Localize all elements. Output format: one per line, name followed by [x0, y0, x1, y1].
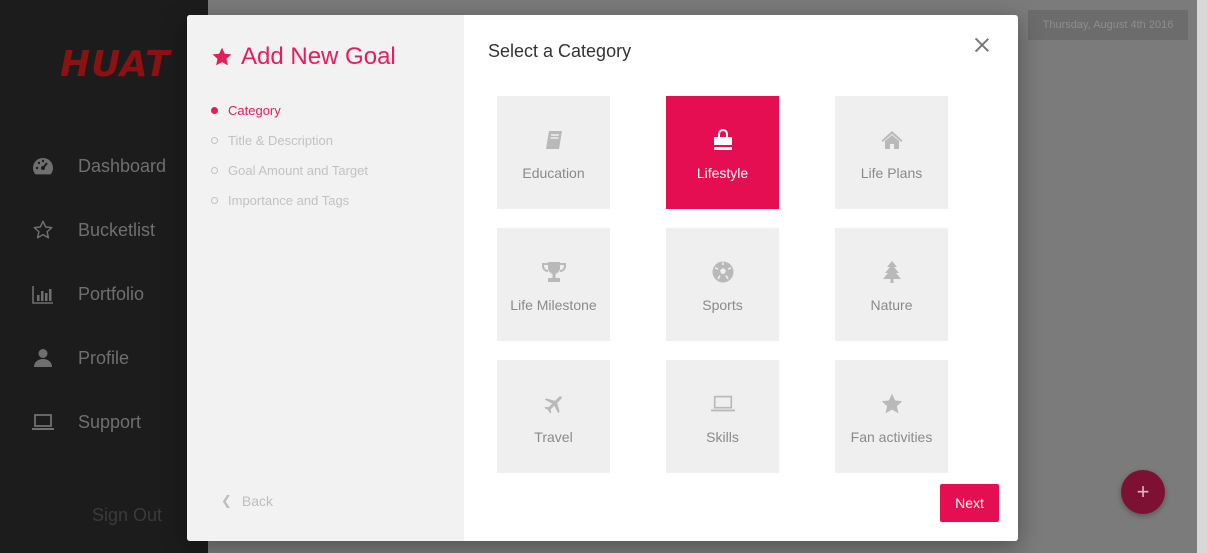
nav-item-portfolio[interactable]: Portfolio [0, 275, 208, 315]
modal-title: Add New Goal [211, 43, 396, 71]
close-icon[interactable] [974, 37, 990, 53]
user-icon [30, 345, 56, 371]
page-scroll-edge [1197, 0, 1207, 553]
bar-chart-icon [30, 281, 56, 307]
step-label: Category [228, 102, 281, 118]
step-goal-amount[interactable]: Goal Amount and Target [211, 155, 368, 185]
tree-icon [880, 260, 904, 284]
nav-label: Bucketlist [78, 220, 156, 240]
add-goal-modal: Add New Goal Category Title & Descriptio… [187, 15, 1018, 541]
back-button[interactable]: ❮ Back [221, 493, 273, 509]
category-tile-lifestyle[interactable]: Lifestyle [666, 96, 779, 209]
tile-label: Life Plans [860, 165, 923, 181]
step-dot [211, 106, 218, 114]
category-heading: Select a Category [488, 41, 632, 61]
step-label: Goal Amount and Target [228, 162, 368, 178]
nav-item-dashboard[interactable]: Dashboard [0, 147, 208, 187]
category-tile-life-milestone[interactable]: Life Milestone [497, 228, 610, 341]
app-sidebar: HUAT Dashboard Bucketlist Portfolio Prof… [0, 0, 208, 553]
modal-title-text: Add New Goal [241, 43, 396, 70]
soccer-ball-icon [711, 260, 735, 284]
app-logo: HUAT [60, 44, 171, 85]
date-display: Thursday, August 4th 2016 [1028, 10, 1188, 40]
step-category[interactable]: Category [211, 95, 368, 125]
step-importance-tags[interactable]: Importance and Tags [211, 185, 368, 215]
tile-label: Fan activities [850, 429, 933, 445]
star-icon [212, 47, 232, 66]
step-dot [211, 166, 218, 174]
category-tile-nature[interactable]: Nature [835, 228, 948, 341]
nav-label: Dashboard [78, 156, 167, 176]
next-button[interactable]: Next [940, 484, 999, 522]
trophy-icon [541, 260, 566, 284]
step-dot [211, 196, 218, 204]
nav-item-bucketlist[interactable]: Bucketlist [0, 211, 208, 251]
category-tile-sports[interactable]: Sports [666, 228, 779, 341]
laptop-icon [30, 409, 56, 435]
book-icon [542, 128, 566, 152]
nav-label: Portfolio [78, 284, 145, 304]
sign-out-link[interactable]: Sign Out [92, 505, 162, 526]
category-tile-education[interactable]: Education [497, 96, 610, 209]
nav-label: Support [78, 412, 142, 432]
chevron-left-icon: ❮ [221, 493, 232, 508]
step-label: Title & Description [228, 132, 333, 148]
home-icon [880, 128, 904, 152]
nav-item-support[interactable]: Support [0, 403, 208, 443]
wizard-steps-panel: Add New Goal Category Title & Descriptio… [187, 15, 464, 541]
tile-label: Education [522, 165, 585, 181]
step-title-description[interactable]: Title & Description [211, 125, 368, 155]
category-panel: Select a Category Education Lifestyle Li… [464, 15, 1018, 541]
tile-label: Lifestyle [696, 165, 749, 181]
wizard-steps: Category Title & Description Goal Amount… [211, 95, 368, 215]
tile-label: Skills [706, 429, 739, 445]
category-tile-travel[interactable]: Travel [497, 360, 610, 473]
category-grid: Education Lifestyle Life Plans Life Mile… [497, 96, 948, 473]
shopping-bag-icon [711, 128, 735, 152]
tile-label: Travel [534, 429, 573, 445]
star-outline-icon [30, 217, 56, 243]
tile-label: Sports [702, 297, 743, 313]
step-dot [211, 136, 218, 144]
star-icon [880, 392, 904, 416]
laptop-icon [710, 392, 735, 416]
tile-label: Nature [870, 297, 913, 313]
step-label: Importance and Tags [228, 192, 350, 208]
nav-item-profile[interactable]: Profile [0, 339, 208, 379]
category-tile-skills[interactable]: Skills [666, 360, 779, 473]
category-tile-fan-activities[interactable]: Fan activities [835, 360, 948, 473]
add-goal-fab[interactable]: + [1121, 470, 1165, 514]
nav-label: Profile [78, 348, 130, 368]
plane-icon [542, 392, 566, 416]
category-tile-life-plans[interactable]: Life Plans [835, 96, 948, 209]
dashboard-icon [30, 153, 56, 179]
tile-label: Life Milestone [510, 297, 597, 313]
back-label: Back [241, 493, 274, 509]
